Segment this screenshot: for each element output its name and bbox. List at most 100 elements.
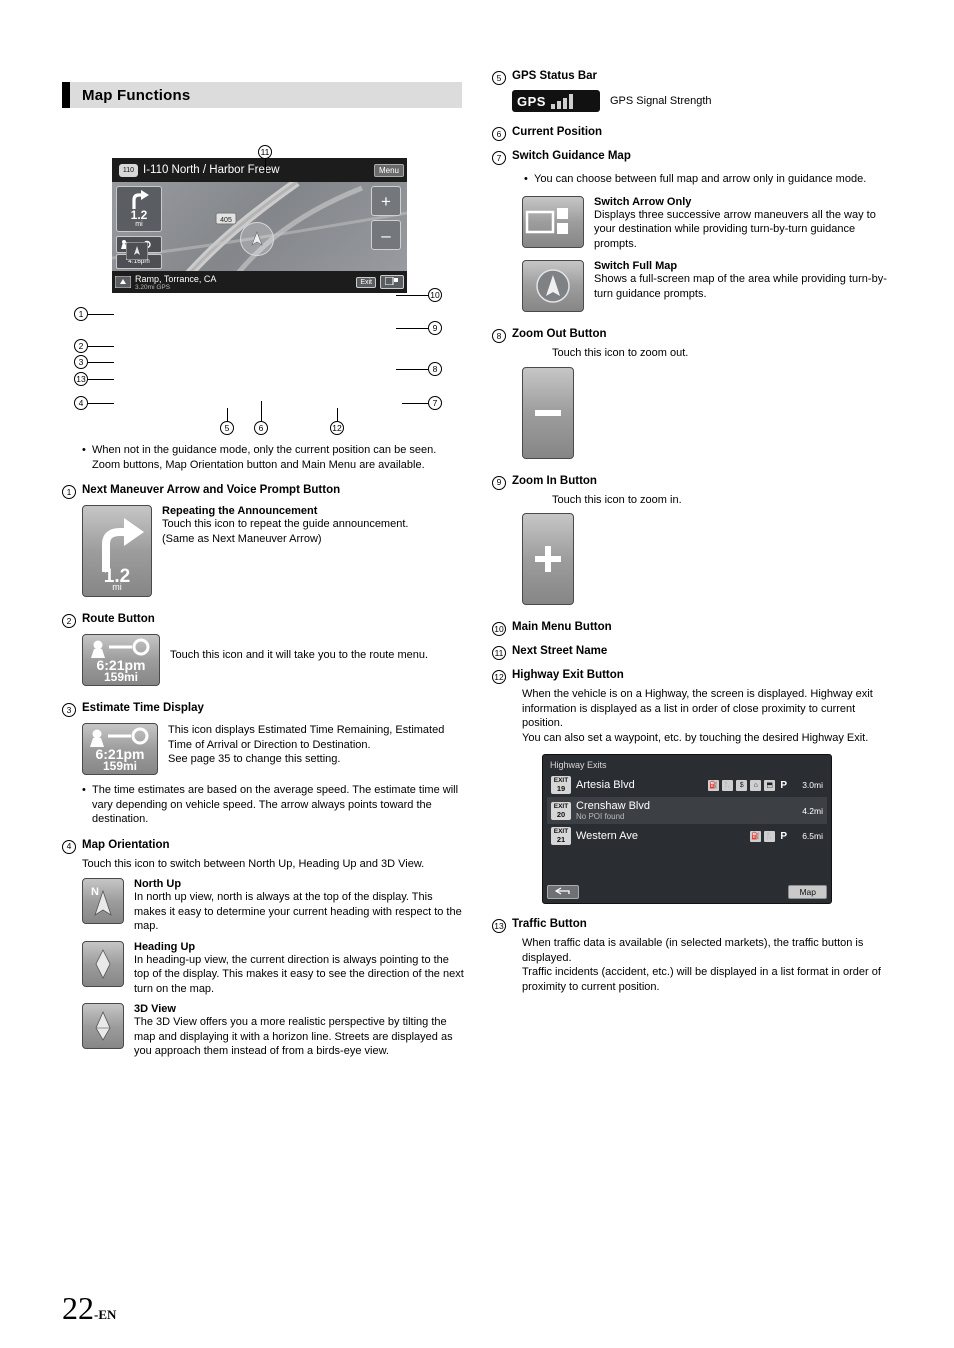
map-orientation-button[interactable] (125, 241, 149, 261)
switch-arrow-only-icon-tile (522, 195, 584, 248)
leader-1 (88, 314, 114, 315)
highway-exit-row-3[interactable]: EXIT 21 Western Ave ⛽ 🍴 P 6.5mi (547, 824, 827, 848)
exit-number-2: 20 (556, 809, 566, 819)
north-up-desc: In north up view, north is always at the… (134, 891, 462, 932)
svg-text:N: N (91, 886, 99, 898)
item-7-bullet: You can choose between full map and arro… (522, 172, 892, 187)
map-orientation-icon (125, 241, 149, 261)
switch-full-map-title: Switch Full Map (594, 260, 678, 272)
highway-panel-footer: Map (547, 885, 827, 899)
item-8-title: Zoom Out Button (512, 328, 607, 340)
exit-poi-icons-3: ⛽ 🍴 P (750, 830, 789, 842)
item-3-content: 6:21pm 159mi This icon displays Estimate… (82, 723, 467, 775)
leader-7 (402, 403, 428, 404)
title-accent-bar (62, 82, 70, 108)
item-13-body: When traffic data is available (in selec… (522, 937, 881, 993)
next-maneuver-arrow-button[interactable]: 1.2 mi (116, 186, 162, 232)
exit-label-3: EXIT (553, 828, 569, 835)
item-6-title: Current Position (512, 126, 603, 138)
leader-4 (88, 403, 114, 404)
gps-status-bar: GPS (512, 90, 600, 112)
item-12-number: 12 (492, 670, 506, 684)
leader-13 (88, 379, 114, 380)
gps-label: GPS (517, 93, 546, 109)
item-8-number: 8 (492, 329, 506, 343)
item-1-content: 1.2 mi Repeating the Announcement Touch … (82, 505, 467, 597)
switch-map-icon (384, 276, 398, 286)
map-button[interactable]: Map (788, 885, 827, 899)
item-1-subhead: Repeating the Announcement (162, 505, 318, 517)
item-7-title: Switch Guidance Map (512, 150, 631, 162)
switch-full-map-icon-tile (522, 260, 584, 312)
item-3-heading: 3 Estimate Time Display (62, 702, 467, 717)
north-up-icon-tile: N (82, 878, 124, 924)
manual-page: Map Functions 405 110 I-110 North / Harb (0, 0, 954, 1348)
next-street-name: I-110 North / Harbor Freew (143, 164, 280, 176)
item-9-body: Touch this icon to zoom in. (552, 493, 682, 506)
switch-arrow-only-title: Switch Arrow Only (594, 195, 692, 208)
exit-sub-2: No POI found (576, 812, 625, 821)
exit-badge-3: EXIT 21 (551, 827, 571, 845)
leader-8 (396, 369, 428, 370)
exit-distance-1: 3.0mi (802, 780, 823, 790)
leader-2 (88, 346, 114, 347)
fuel-icon: ⛽ (708, 779, 720, 791)
traffic-button-icon[interactable] (115, 276, 131, 288)
item-10-number: 10 (492, 622, 506, 636)
zoom-in-button[interactable]: + (371, 186, 401, 216)
item-5-heading: 5 GPS Status Bar (492, 70, 892, 85)
restaurant-icon: 🍴 (722, 779, 734, 791)
callout-2: 2 (74, 339, 88, 353)
item-10-title: Main Menu Button (512, 621, 612, 633)
item-6-number: 6 (492, 127, 506, 141)
back-button[interactable] (547, 885, 579, 899)
zoom-in-icon-tile (522, 513, 574, 605)
callout-3: 3 (74, 355, 88, 369)
gps-caption: GPS Signal Strength (610, 94, 712, 107)
route-button-icon: 6:21pm 159mi (91, 638, 150, 684)
exit-distance-2: 4.2mi (802, 805, 823, 816)
item-3-body: This icon displays Estimated Time Remain… (168, 724, 445, 765)
parking-icon: P (780, 830, 788, 842)
item-3-bullet: The time estimates are based on the aver… (80, 783, 467, 827)
switch-full-map-row: Switch Full Map Shows a full-screen map … (522, 260, 892, 312)
callout-13: 13 (74, 372, 88, 386)
north-up-title: North Up (134, 878, 182, 890)
item-8-body: Touch this icon to zoom out. (552, 347, 689, 359)
heading-up-icon-tile (82, 940, 124, 987)
switch-guidance-map-button[interactable] (380, 275, 404, 289)
leader-5 (227, 408, 228, 422)
item-3-number: 3 (62, 703, 76, 717)
zoom-out-button[interactable]: – (371, 220, 401, 250)
item-1-title: Next Maneuver Arrow and Voice Prompt But… (82, 484, 341, 496)
exit-badge-2: EXIT 20 (551, 801, 571, 820)
callout-11: 11 (258, 145, 272, 159)
page-number-suffix: -EN (94, 1307, 117, 1322)
maneuver-arrow-icon: 1.2 mi (102, 518, 144, 592)
highway-exit-row-1[interactable]: EXIT 19 Artesia Blvd ⛽ 🍴 $ ⌂ ⬒ P 3.0mi (547, 773, 827, 797)
callout-1: 1 (74, 307, 88, 321)
item-5-title: GPS Status Bar (512, 70, 597, 82)
item-12-heading: 12 Highway Exit Button (492, 669, 892, 684)
switch-arrow-only-desc: Displays three successive arrow maneuver… (594, 208, 876, 250)
north-up-icon: N (91, 886, 112, 916)
highway-exits-figure: Highway Exits EXIT 19 Artesia Blvd ⛽ 🍴 $… (542, 754, 892, 904)
maneuver-distance-unit: mi (135, 221, 143, 228)
north-up-row: N North Up In north up view, north is al… (82, 878, 467, 934)
highway-exits-title: Highway Exits (550, 760, 607, 770)
route-shield-badge: 110 (119, 163, 138, 177)
exit-number-3: 21 (556, 835, 566, 844)
item-4-heading: 4 Map Orientation (62, 839, 467, 854)
estimate-time-icon: 6:21pm 159mi (90, 727, 149, 773)
highway-exit-row-2[interactable]: EXIT 20 Crenshaw Blvd No POI found 4.2mi (547, 797, 827, 824)
item-9-number: 9 (492, 475, 506, 490)
callout-12: 12 (330, 421, 344, 435)
item-13-number: 13 (492, 919, 506, 933)
leader-10 (396, 295, 428, 296)
highway-exit-button[interactable]: Exit (356, 276, 376, 288)
nav-screen: 405 110 I-110 North / Harbor Freew Menu … (112, 158, 407, 293)
left-column: 405 110 I-110 North / Harbor Freew Menu … (62, 125, 467, 1059)
item-1-body: Touch this icon to repeat the guide anno… (162, 518, 409, 545)
exit-poi-icons-1: ⛽ 🍴 $ ⌂ ⬒ P (708, 779, 789, 791)
main-menu-button[interactable]: Menu (373, 163, 404, 177)
